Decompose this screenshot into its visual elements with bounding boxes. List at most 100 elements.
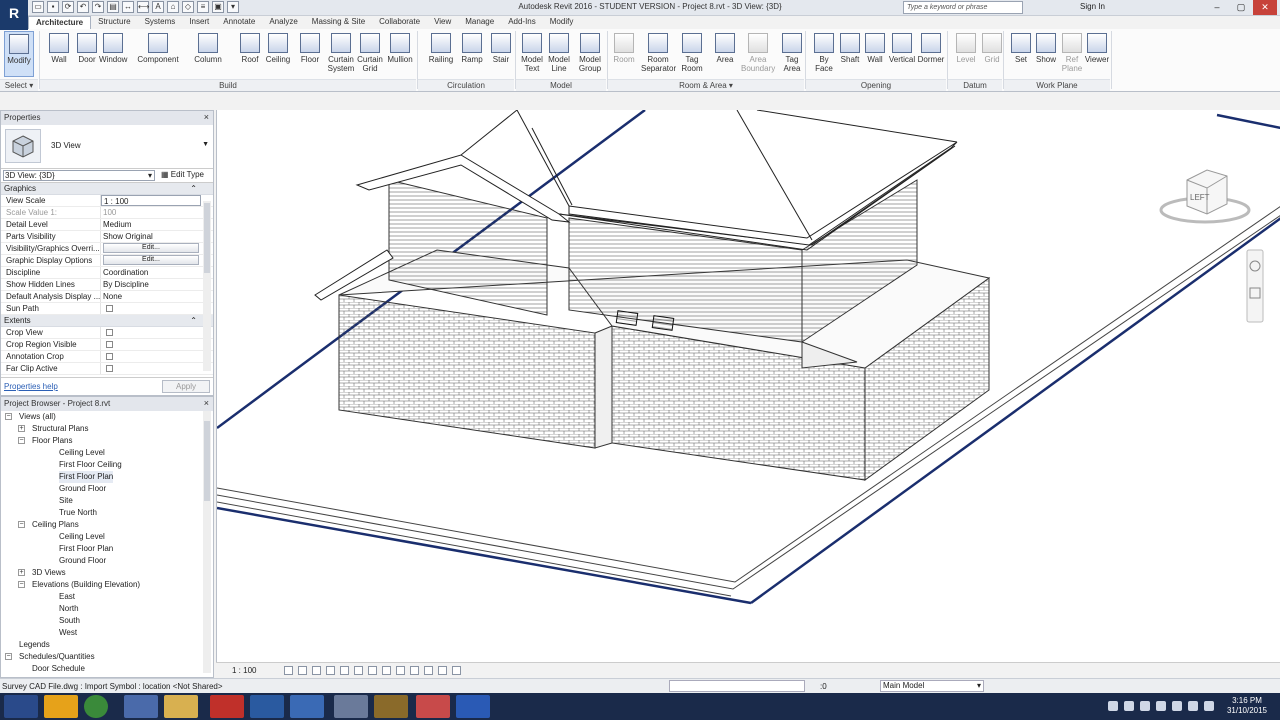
property-value[interactable]: Edit...: [101, 255, 201, 266]
tab-add-ins[interactable]: Add-Ins: [501, 16, 543, 29]
property-value[interactable]: 1 : 100: [101, 195, 201, 206]
battery-icon[interactable]: [1172, 701, 1182, 711]
revit-active-icon[interactable]: [290, 695, 324, 718]
mullion-button[interactable]: Mullion: [386, 31, 414, 64]
revit-icon[interactable]: [250, 695, 284, 718]
tag-room-button[interactable]: Tag Room: [678, 31, 706, 73]
viewcube[interactable]: LEFT: [1159, 169, 1251, 224]
sign-in-button[interactable]: Sign In: [1080, 2, 1105, 11]
3d-view-canvas[interactable]: LEFT: [216, 110, 1280, 662]
lock-icon[interactable]: [382, 666, 391, 675]
show-crop-icon[interactable]: [368, 666, 377, 675]
chrome-icon[interactable]: [84, 695, 108, 718]
door-button[interactable]: Door: [73, 31, 101, 64]
redo-icon[interactable]: ↷: [92, 1, 104, 13]
workset-dropdown[interactable]: [669, 680, 805, 692]
ceiling-button[interactable]: Ceiling: [264, 31, 292, 64]
browser-scrollbar[interactable]: [203, 411, 211, 673]
browser-item[interactable]: − Ceiling Plans: [1, 519, 201, 531]
close-properties-icon[interactable]: ×: [204, 111, 209, 124]
browser-item[interactable]: Ceiling Level: [1, 531, 201, 543]
browser-item[interactable]: − Elevations (Building Elevation): [1, 579, 201, 591]
panel-select[interactable]: Select ▾: [0, 79, 38, 91]
analytical-model-icon[interactable]: [438, 666, 447, 675]
measure-icon[interactable]: ↔: [122, 1, 134, 13]
system-clock[interactable]: 3:16 PM 31/10/2015: [1222, 696, 1272, 716]
maximize-icon[interactable]: ▢: [1229, 0, 1253, 15]
property-value[interactable]: Show Original: [101, 231, 201, 242]
chevron-down-icon[interactable]: ▼: [202, 141, 209, 148]
wall-opening-button[interactable]: Wall: [861, 31, 889, 64]
render-icon[interactable]: [340, 666, 349, 675]
browser-item[interactable]: First Floor Ceiling: [1, 459, 201, 471]
save-icon[interactable]: ▪: [47, 1, 59, 13]
expand-icon[interactable]: +: [18, 425, 25, 432]
tab-structure[interactable]: Structure: [91, 16, 137, 29]
scroll-thumb[interactable]: [204, 421, 210, 501]
design-option-dropdown[interactable]: Main Model ▾: [880, 680, 984, 692]
properties-scrollbar[interactable]: [203, 201, 211, 371]
railing-button[interactable]: Railing: [427, 31, 455, 64]
browser-item[interactable]: − Schedules/Quantities: [1, 651, 201, 663]
collapse-icon[interactable]: −: [18, 437, 25, 444]
close-hidden-icon[interactable]: ▣: [212, 1, 224, 13]
visual-style-icon[interactable]: [298, 666, 307, 675]
tab-systems[interactable]: Systems: [138, 16, 183, 29]
tab-massing-site[interactable]: Massing & Site: [305, 16, 372, 29]
section-icon[interactable]: ◇: [182, 1, 194, 13]
switch-windows-icon[interactable]: ▾: [227, 1, 239, 13]
level-button[interactable]: Level: [952, 31, 980, 64]
autocad-icon[interactable]: [210, 695, 244, 718]
temporary-view-icon[interactable]: [424, 666, 433, 675]
browser-item[interactable]: +3D Views: [1, 567, 201, 579]
sync-icon[interactable]: ⟳: [62, 1, 74, 13]
model-text-button[interactable]: Model Text: [518, 31, 546, 73]
network-icon[interactable]: [1108, 701, 1118, 711]
ref-plane-button[interactable]: Ref Plane: [1058, 31, 1086, 73]
browser-item[interactable]: West: [1, 627, 201, 639]
tab-collaborate[interactable]: Collaborate: [372, 16, 427, 29]
room-separator-button[interactable]: Room Separator: [641, 31, 676, 73]
tab-manage[interactable]: Manage: [458, 16, 501, 29]
tab-insert[interactable]: Insert: [182, 16, 216, 29]
media-icon[interactable]: [374, 695, 408, 718]
start-button-icon[interactable]: [4, 695, 38, 718]
3d-view-icon[interactable]: ⌂: [167, 1, 179, 13]
open-icon[interactable]: ▭: [32, 1, 44, 13]
roof-button[interactable]: Roof: [236, 31, 264, 64]
property-value[interactable]: [101, 363, 201, 374]
expand-icon[interactable]: +: [18, 569, 25, 576]
tab-modify[interactable]: Modify: [543, 16, 581, 29]
room-button[interactable]: Room: [610, 31, 638, 64]
window-button[interactable]: Window: [99, 31, 127, 64]
area-button[interactable]: Area: [711, 31, 739, 64]
wifi-icon[interactable]: [1188, 701, 1198, 711]
navigation-bar[interactable]: [1246, 249, 1264, 323]
curtain-system-button[interactable]: Curtain System: [326, 31, 356, 73]
properties-help-link[interactable]: Properties help: [4, 382, 58, 391]
view-scale[interactable]: 1 : 100: [232, 666, 256, 675]
model-line-button[interactable]: Model Line: [545, 31, 573, 73]
ramp-button[interactable]: Ramp: [458, 31, 486, 64]
area-boundary-button[interactable]: Area Boundary: [741, 31, 775, 73]
property-value[interactable]: None: [101, 291, 201, 302]
windows-flag-icon[interactable]: [1140, 701, 1150, 711]
search-input[interactable]: Type a keyword or phrase: [903, 1, 1023, 14]
tab-architecture[interactable]: Architecture: [28, 16, 92, 29]
tray-app-icon[interactable]: [1124, 701, 1134, 711]
volume-icon[interactable]: [1204, 701, 1214, 711]
checkbox[interactable]: [106, 329, 113, 336]
by-face-button[interactable]: By Face: [810, 31, 838, 73]
collapse-icon[interactable]: −: [5, 413, 12, 420]
scroll-thumb[interactable]: [204, 203, 210, 273]
browser-item[interactable]: South: [1, 615, 201, 627]
browser-item[interactable]: Site: [1, 495, 201, 507]
browser-item[interactable]: Ground Floor: [1, 555, 201, 567]
edit-type-button[interactable]: ▦ Edit Type: [161, 170, 204, 179]
set-button[interactable]: Set: [1007, 31, 1035, 64]
floor-button[interactable]: Floor: [296, 31, 324, 64]
collapse-icon[interactable]: −: [18, 581, 25, 588]
wall-button[interactable]: Wall: [45, 31, 73, 64]
browser-item[interactable]: First Floor Plan: [1, 543, 201, 555]
curtain-grid-button[interactable]: Curtain Grid: [356, 31, 384, 73]
